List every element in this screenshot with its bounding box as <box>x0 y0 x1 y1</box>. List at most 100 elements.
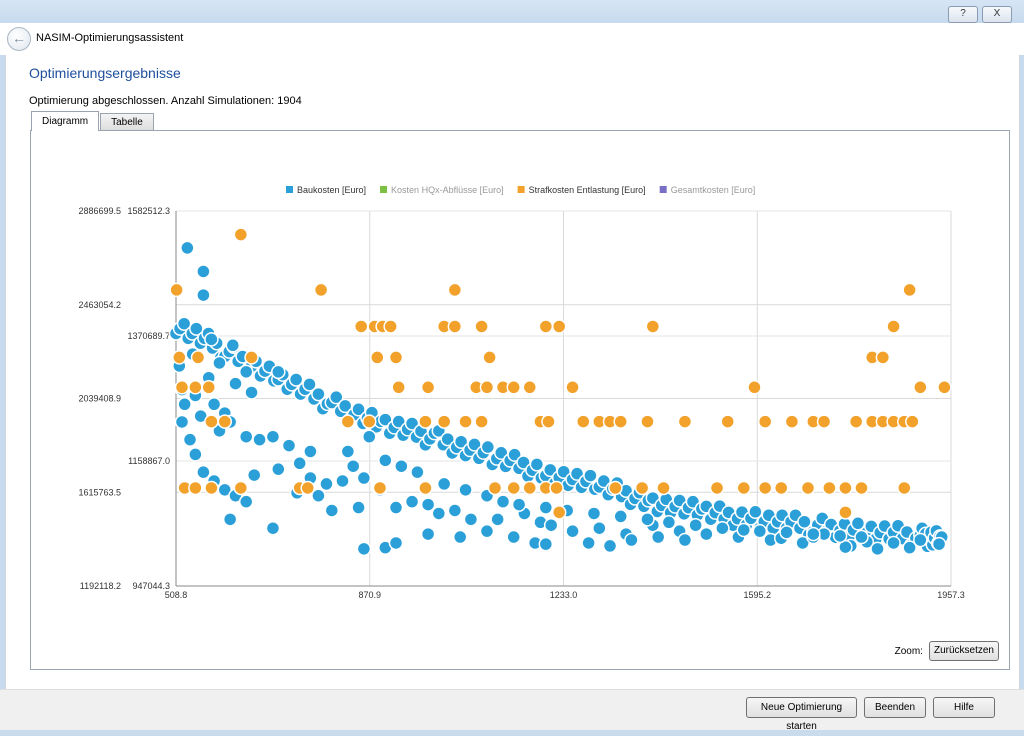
y-right-tick-label: 1582512.3 <box>127 206 170 216</box>
baukosten-point <box>244 385 259 400</box>
legend-item: Baukosten [Euro] <box>297 185 366 195</box>
baukosten-point <box>854 529 869 545</box>
baukosten-point <box>931 536 947 552</box>
legend-item: Kosten HQx-Abflüsse [Euro] <box>391 185 504 195</box>
wizard-header: ← NASIM-Optimierungsassistent <box>0 23 1024 55</box>
baukosten-point <box>351 500 366 515</box>
baukosten-point <box>303 444 318 459</box>
baukosten-point <box>463 512 479 527</box>
baukosten-point <box>340 444 356 459</box>
strafkosten-point <box>217 414 233 429</box>
strafkosten-point <box>418 480 433 496</box>
strafkosten-point <box>897 480 912 496</box>
baukosten-point <box>806 526 821 542</box>
baukosten-point <box>265 520 281 536</box>
strafkosten-point <box>188 480 203 496</box>
baukosten-point <box>565 523 580 539</box>
y-right-tick-label: 1370689.7 <box>127 331 170 341</box>
baukosten-point <box>281 438 297 453</box>
baukosten-point <box>196 287 211 303</box>
application-window: ? X ← NASIM-Optimierungsassistent Optimi… <box>0 0 1024 732</box>
baukosten-point <box>182 432 198 447</box>
close-title-button[interactable]: X <box>982 6 1012 23</box>
strafkosten-point <box>174 380 190 395</box>
baukosten-point <box>238 364 254 380</box>
wizard-page: Optimierungsergebnisse Optimierung abges… <box>5 55 1020 689</box>
legend-swatch <box>659 186 667 193</box>
baukosten-point <box>699 526 714 542</box>
strafkosten-point <box>902 282 917 298</box>
help-button[interactable]: Hilfe <box>933 697 995 718</box>
exit-button[interactable]: Beenden <box>864 697 926 718</box>
help-title-button[interactable]: ? <box>948 6 978 23</box>
baukosten-point <box>222 512 238 527</box>
strafkosten-point <box>204 414 219 429</box>
baukosten-point <box>688 517 703 533</box>
baukosten-point <box>870 541 885 557</box>
back-arrow-icon[interactable]: ← <box>7 27 31 51</box>
baukosten-point <box>640 512 655 527</box>
strafkosten-point <box>447 319 463 334</box>
zoom-label: Zoom: <box>894 645 923 657</box>
status-text: Optimierung abgeschlossen. Anzahl Simula… <box>29 95 302 107</box>
strafkosten-point <box>233 480 249 496</box>
y-left-tick-label: 1192118.2 <box>80 581 121 591</box>
strafkosten-point <box>522 480 538 496</box>
baukosten-point <box>271 364 286 380</box>
strafkosten-point <box>549 480 564 496</box>
strafkosten-point <box>233 227 249 242</box>
strafkosten-point <box>201 380 216 395</box>
strafkosten-point <box>905 414 920 429</box>
tab-tabelle[interactable]: Tabelle <box>100 113 154 131</box>
baukosten-point <box>779 525 794 540</box>
baukosten-point <box>238 429 254 444</box>
strafkosten-point <box>313 282 329 298</box>
strafkosten-point <box>204 480 219 496</box>
chart-legend: Baukosten [Euro] Kosten HQx-Abflüsse [Eur… <box>286 185 755 195</box>
baukosten-point <box>511 497 527 512</box>
scatter-chart[interactable]: 508.8 870.9 1233.0 1595.2 1957.3 2886699.5 246… <box>31 131 1009 669</box>
strafkosten-point <box>757 480 773 496</box>
tab-diagramm[interactable]: Diagramm <box>31 111 100 131</box>
strafkosten-point <box>720 414 735 429</box>
strafkosten-point <box>447 282 463 298</box>
strafkosten-point <box>576 414 591 429</box>
strafkosten-point <box>522 380 538 395</box>
baukosten-point <box>581 535 596 551</box>
new-optimization-button[interactable]: Neue Optimierung starten <box>746 697 857 732</box>
strafkosten-point <box>362 414 377 429</box>
baukosten-point <box>436 476 452 492</box>
baukosten-point <box>624 532 639 548</box>
legend-item: Strafkosten Entlastung [Euro] <box>529 185 646 195</box>
baukosten-point <box>715 520 730 536</box>
baukosten-point <box>246 467 262 483</box>
strafkosten-point <box>479 380 495 395</box>
strafkosten-point <box>474 414 489 429</box>
strafkosten-point <box>613 414 628 429</box>
strafkosten-point <box>875 350 891 365</box>
strafkosten-point <box>383 319 398 334</box>
strafkosten-point <box>506 380 521 395</box>
strafkosten-point <box>353 319 369 334</box>
baukosten-point <box>378 453 393 468</box>
baukosten-point <box>458 482 473 498</box>
baukosten-point <box>650 529 666 545</box>
title-bar-buttons: ? X <box>948 6 1012 23</box>
strafkosten-point <box>370 350 385 365</box>
strafkosten-point <box>854 480 869 496</box>
strafkosten-point <box>190 350 206 365</box>
x-tick-label: 1957.3 <box>937 590 965 600</box>
baukosten-point <box>479 523 495 539</box>
baukosten-point <box>420 497 436 512</box>
baukosten-point <box>180 240 195 256</box>
strafkosten-point <box>709 480 725 496</box>
zoom-reset-button[interactable]: Zurücksetzen <box>928 641 999 661</box>
strafkosten-point <box>736 480 752 496</box>
strafkosten-point <box>773 480 789 496</box>
baukosten-point <box>480 439 496 455</box>
strafkosten-point <box>487 480 503 496</box>
baukosten-point <box>225 338 241 353</box>
x-tick-label: 870.9 <box>358 590 381 600</box>
strafkosten-point <box>458 414 473 429</box>
baukosten-point <box>345 458 361 474</box>
